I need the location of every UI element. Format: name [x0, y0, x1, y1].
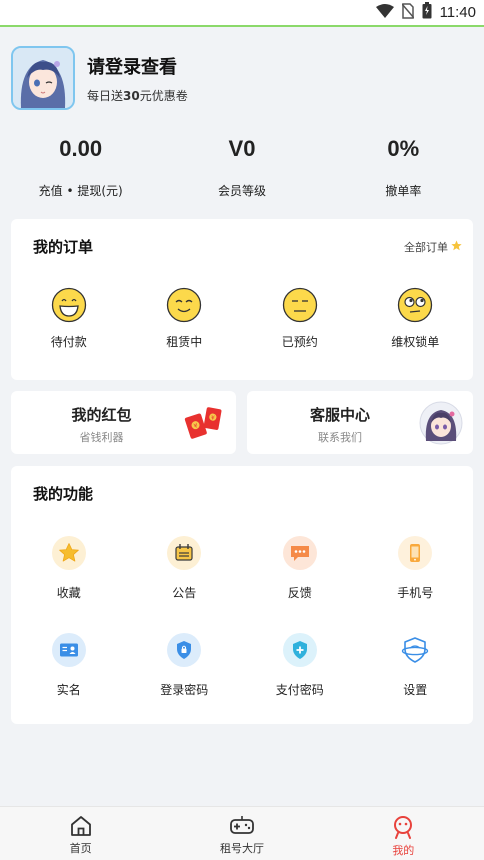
promo-prefix: 每日送: [87, 88, 124, 103]
tab-label: 首页: [69, 842, 92, 855]
feature-feedback[interactable]: 反馈: [242, 536, 358, 633]
promo-suffix: 元优惠卷: [139, 88, 188, 103]
profile-header[interactable]: 请登录查看 每日送30元优惠卷: [11, 46, 188, 110]
stat-value: 0.00: [59, 136, 103, 161]
stat-value: 0%: [387, 136, 420, 161]
feature-label: 手机号: [397, 586, 434, 600]
feature-favorites[interactable]: 收藏: [11, 536, 127, 633]
order-label: 租赁中: [166, 335, 203, 349]
promo-amount: 30: [123, 88, 140, 103]
phone-icon: [398, 536, 433, 570]
feature-login-password[interactable]: 登录密码: [127, 633, 243, 730]
login-prompt-title[interactable]: 请登录查看: [87, 53, 188, 79]
status-bar: 11:40: [0, 0, 484, 27]
stat-cancel-rate[interactable]: 0% 撤单率: [323, 136, 484, 199]
battery-icon: [422, 2, 432, 23]
tab-label: 租号大厅: [219, 842, 264, 855]
smile-face-icon: [127, 287, 243, 323]
all-orders-link[interactable]: 全部订单: [404, 239, 462, 255]
settings-icon: [398, 633, 432, 667]
service-avatar-icon: [419, 401, 463, 449]
feature-phone-number[interactable]: 手机号: [358, 536, 474, 633]
clock-time: 11:40: [439, 4, 476, 21]
red-envelope-icon: ¥ ¥: [184, 405, 224, 445]
stat-label: 充值 • 提现(元): [38, 184, 123, 198]
gamepad-icon: [161, 815, 322, 837]
neutral-face-icon: [242, 287, 358, 323]
home-icon: [0, 815, 161, 837]
star-icon: [51, 536, 86, 570]
tab-mine[interactable]: 我的: [323, 807, 484, 860]
wifi-icon: [375, 3, 394, 22]
no-sim-icon: [400, 2, 415, 23]
grin-face-icon: [11, 287, 127, 323]
all-orders-label: 全部订单: [404, 241, 448, 254]
feature-label: 支付密码: [275, 683, 324, 697]
features-grid: 收藏 公告 反馈 手机号 实名 登录密码 支付密码 设置: [11, 536, 473, 730]
feature-real-name[interactable]: 实名: [11, 633, 127, 730]
order-pending-payment[interactable]: 待付款: [11, 287, 127, 350]
features-card: 我的功能 收藏 公告 反馈 手机号 实名 登录密码 支付密码 设置: [11, 466, 473, 724]
order-label: 维权锁单: [391, 335, 440, 349]
orders-card: 我的订单 全部订单 待付款 租赁中 已预约 维权锁单: [11, 219, 473, 380]
stat-label: 撤单率: [385, 184, 422, 198]
feature-announcements[interactable]: 公告: [127, 536, 243, 633]
feature-label: 收藏: [56, 586, 81, 600]
feature-payment-password[interactable]: 支付密码: [242, 633, 358, 730]
feature-label: 公告: [172, 586, 197, 600]
orders-title: 我的订单: [33, 238, 94, 256]
stat-value: V0: [228, 136, 256, 161]
shield-lock-icon: [167, 633, 202, 667]
order-renting[interactable]: 租赁中: [127, 287, 243, 350]
red-packet-card[interactable]: 我的红包 省钱利器 ¥ ¥: [11, 391, 236, 454]
order-reserved[interactable]: 已预约: [242, 287, 358, 350]
red-packet-title: 我的红包: [71, 406, 132, 424]
features-title: 我的功能: [33, 485, 94, 503]
customer-service-card[interactable]: 客服中心 联系我们: [247, 391, 473, 454]
order-label: 已预约: [281, 335, 318, 349]
mine-icon: [323, 815, 484, 839]
feedback-icon: [282, 536, 317, 570]
avatar[interactable]: [11, 46, 75, 110]
feature-label: 登录密码: [160, 683, 209, 697]
login-promo-text: 每日送30元优惠卷: [87, 87, 188, 104]
rolling-eyes-face-icon: [358, 287, 474, 323]
order-locked-dispute[interactable]: 维权锁单: [358, 287, 474, 350]
notice-icon: [167, 536, 202, 570]
stat-balance[interactable]: 0.00 充值 • 提现(元): [0, 136, 161, 199]
star-badge-icon: [451, 240, 462, 254]
bottom-tab-bar: 首页 租号大厅 我的: [0, 806, 484, 860]
order-status-row: 待付款 租赁中 已预约 维权锁单: [11, 287, 473, 350]
feature-label: 反馈: [287, 586, 312, 600]
shield-plus-icon: [282, 633, 317, 667]
stat-member-level[interactable]: V0 会员等级: [161, 136, 322, 199]
tab-label: 我的: [392, 844, 415, 857]
feature-label: 实名: [56, 683, 81, 697]
id-card-icon: [51, 633, 86, 667]
red-packet-subtitle: 省钱利器: [79, 431, 124, 444]
order-label: 待付款: [50, 335, 87, 349]
tab-home[interactable]: 首页: [0, 807, 161, 860]
feature-settings[interactable]: 设置: [358, 633, 474, 730]
stat-label: 会员等级: [217, 184, 266, 198]
account-stats: 0.00 充值 • 提现(元) V0 会员等级 0% 撤单率: [0, 136, 484, 199]
tab-rental-hall[interactable]: 租号大厅: [161, 807, 322, 860]
feature-label: 设置: [403, 683, 428, 697]
